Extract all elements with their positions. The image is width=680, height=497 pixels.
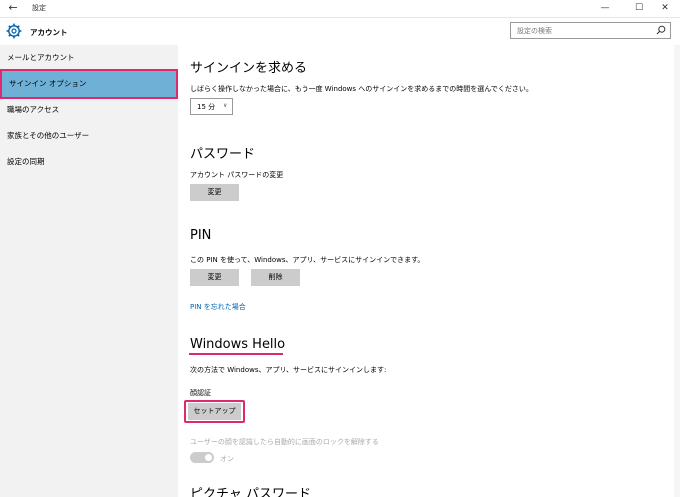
toggle-knob [205, 454, 212, 461]
gear-icon [6, 23, 22, 39]
back-arrow-icon[interactable]: ← [6, 1, 20, 15]
auto-unlock-label: ユーザーの顔を認識したら自動的に画面のロックを解除する [190, 438, 379, 446]
page-title: アカウント [30, 28, 68, 37]
close-button[interactable]: ✕ [650, 0, 680, 17]
face-setup-button[interactable]: セットアップ [188, 403, 241, 420]
section-heading-password: パスワード [190, 147, 256, 162]
sidebar-item-signin-options[interactable]: サインイン オプション [0, 69, 178, 99]
chevron-down-icon: ∨ [223, 102, 228, 109]
search-placeholder: 設定の検索 [517, 27, 552, 35]
password-description: アカウント パスワードの変更 [190, 171, 284, 179]
section-heading-windows-hello: Windows Hello [190, 337, 286, 352]
minimize-button[interactable]: — [590, 0, 620, 17]
pin-remove-button[interactable]: 削除 [251, 269, 300, 286]
hello-description: 次の方法で Windows、アプリ、サービスにサインインします: [190, 366, 387, 374]
pin-change-button[interactable]: 変更 [190, 269, 239, 286]
sidebar-item-sync-settings[interactable]: 設定の同期 [0, 149, 178, 175]
sidebar-item-mail-accounts[interactable]: メールとアカウント [0, 45, 178, 71]
sidebar: メールとアカウント サインイン オプション 職場のアクセス 家族とその他のユーザ… [0, 45, 178, 497]
toggle-state-label: オン [220, 455, 234, 463]
dropdown-value: 15 分 [197, 103, 216, 111]
search-icon[interactable] [656, 25, 666, 35]
sidebar-item-work-access[interactable]: 職場のアクセス [0, 97, 178, 123]
section-heading-picture-password: ピクチャ パスワード [190, 487, 312, 497]
section-heading-pin: PIN [190, 228, 212, 243]
forgot-pin-link[interactable]: PIN を忘れた場合 [190, 302, 246, 312]
window-title: 設定 [32, 4, 46, 12]
scrollbar[interactable] [674, 45, 680, 497]
signin-time-dropdown[interactable]: 15 分 ∨ [190, 98, 233, 115]
password-change-button[interactable]: 変更 [190, 184, 239, 201]
auto-unlock-toggle[interactable] [190, 452, 214, 463]
sidebar-item-family-users[interactable]: 家族とその他のユーザー [0, 123, 178, 149]
require-signin-description: しばらく操作しなかった場合に、もう一度 Windows へのサインインを求めるま… [190, 85, 533, 93]
highlight-underline [189, 353, 283, 355]
face-recognition-label: 顔認証 [190, 389, 211, 397]
main-content: サインインを求める しばらく操作しなかった場合に、もう一度 Windows への… [178, 45, 680, 497]
section-heading-require-signin: サインインを求める [190, 61, 308, 76]
search-input[interactable]: 設定の検索 [510, 22, 671, 39]
pin-description: この PIN を使って、Windows、アプリ、サービスにサインインできます。 [190, 256, 425, 264]
title-bar: ← 設定 — ☐ ✕ [0, 0, 680, 18]
